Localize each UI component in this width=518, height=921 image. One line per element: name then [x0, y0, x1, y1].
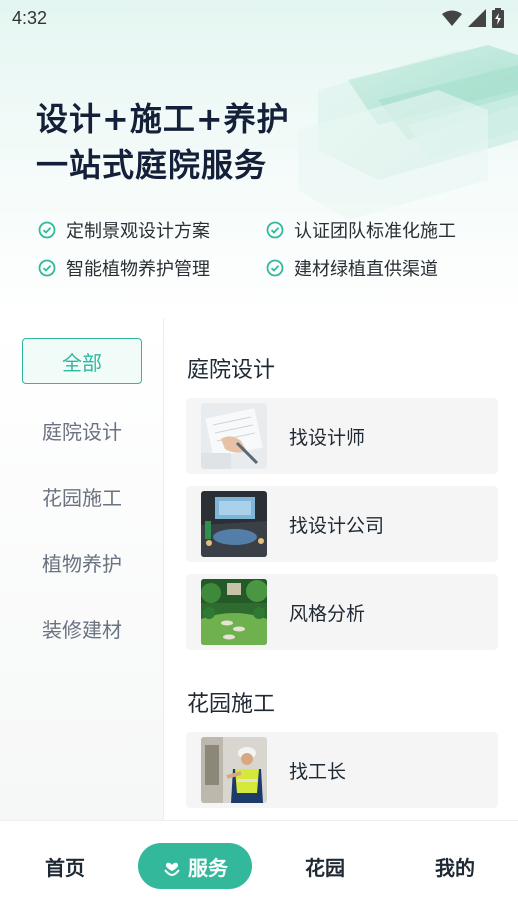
wifi-icon	[442, 10, 462, 26]
service-card-find-company[interactable]: 找设计公司	[186, 486, 498, 562]
feature-list: 定制景观设计方案 认证团队标准化施工 智能植物养护管理 建材绿植直供渠道	[38, 218, 498, 280]
tab-garden[interactable]: 花园	[290, 843, 360, 889]
hero-title-line1: 设计+施工+养护	[36, 100, 290, 138]
service-card-find-designer[interactable]: 找设计师	[186, 398, 498, 474]
hero-title: 设计+施工+养护 一站式庭院服务	[36, 96, 290, 188]
feature-item: 定制景观设计方案	[38, 218, 266, 242]
card-label: 找设计公司	[289, 514, 385, 537]
tab-service[interactable]: 服务	[138, 843, 252, 889]
feature-label: 认证团队标准化施工	[294, 221, 456, 242]
signal-icon	[468, 9, 486, 27]
foreman-photo	[201, 737, 267, 803]
sidebar-item-yard-design[interactable]: 庭院设计	[22, 407, 142, 453]
tab-service-label: 服务	[188, 855, 228, 880]
check-circle-icon	[266, 259, 284, 277]
garden-photo	[201, 579, 267, 645]
feature-item: 智能植物养护管理	[38, 256, 266, 280]
company-photo	[201, 491, 267, 557]
hero-title-line2: 一站式庭院服务	[36, 146, 268, 184]
feature-label: 智能植物养护管理	[66, 259, 210, 280]
heart-hand-icon	[164, 862, 180, 876]
status-time: 4:32	[12, 7, 48, 28]
sidebar-item-plant-care[interactable]: 植物养护	[22, 539, 142, 585]
service-list: 庭院设计 找设计师 找设计公司 风格分析 花园施工 找工长	[165, 318, 518, 820]
sidebar-item-all[interactable]: 全部	[22, 338, 142, 384]
tab-mine[interactable]: 我的	[420, 843, 490, 889]
card-label: 找设计师	[289, 426, 366, 449]
bottom-tab-bar: 首页 服务 花园 我的	[0, 820, 518, 921]
hero-decoration	[298, 45, 518, 220]
status-bar: 4:32	[0, 0, 518, 36]
check-circle-icon	[38, 221, 56, 239]
check-circle-icon	[38, 259, 56, 277]
sidebar-item-garden-construction[interactable]: 花园施工	[22, 473, 142, 519]
status-icons	[442, 8, 504, 28]
feature-item: 建材绿植直供渠道	[266, 256, 486, 280]
sidebar-item-building-materials[interactable]: 装修建材	[22, 605, 142, 651]
feature-item: 认证团队标准化施工	[266, 218, 486, 242]
check-circle-icon	[266, 221, 284, 239]
battery-icon	[492, 8, 504, 28]
section-title: 庭院设计	[187, 358, 276, 383]
feature-label: 建材绿植直供渠道	[294, 259, 438, 280]
category-sidebar: 全部 庭院设计 花园施工 植物养护 装修建材	[0, 318, 164, 820]
card-label: 找工长	[289, 760, 347, 783]
service-card-find-foreman[interactable]: 找工长	[186, 732, 498, 808]
feature-label: 定制景观设计方案	[66, 221, 210, 242]
designer-photo	[201, 403, 267, 469]
tab-home[interactable]: 首页	[30, 843, 100, 889]
hero-banner: 4:32 设计+施工+养护 一站式庭院服务 定制景观设计方案 认证团队标准化施工…	[0, 0, 518, 318]
card-label: 风格分析	[289, 602, 366, 625]
section-title: 花园施工	[187, 692, 276, 717]
service-card-style-analysis[interactable]: 风格分析	[186, 574, 498, 650]
